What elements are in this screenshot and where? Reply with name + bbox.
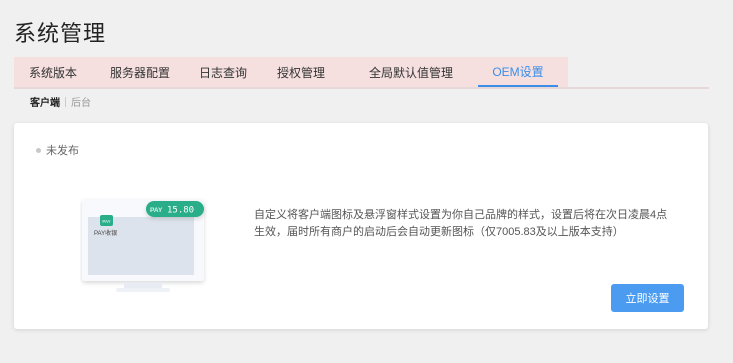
oem-description: 自定义将客户端图标及悬浮窗样式设置为你自己品牌的样式，设置后将在次日凌晨4点生效… xyxy=(254,209,668,238)
publish-status: 未发布 xyxy=(36,142,79,158)
tab-bar-divider xyxy=(14,87,709,89)
pay-amount: 15.80 xyxy=(167,206,194,216)
tab-global-defaults[interactable]: 全局默认值管理 xyxy=(344,57,478,87)
subtab-client[interactable]: 客户端 xyxy=(30,94,60,109)
subtab-divider xyxy=(65,96,66,107)
tab-license-management[interactable]: 授权管理 xyxy=(258,57,344,87)
tab-log-query[interactable]: 日志查询 xyxy=(188,57,258,87)
page-title: 系统管理 xyxy=(14,21,107,46)
status-text: 未发布 xyxy=(46,145,79,157)
monitor-illustration-icon: PAY PAY收银 PAY 15.80 xyxy=(82,199,204,292)
tab-server-config[interactable]: 服务器配置 xyxy=(92,57,188,87)
tab-oem-settings[interactable]: OEM设置 xyxy=(478,57,558,87)
tab-bar: 系统版本 服务器配置 日志查询 授权管理 全局默认值管理 OEM设置 xyxy=(14,57,568,87)
app-label: PAY收银 xyxy=(94,229,117,237)
setup-now-button[interactable]: 立即设置 xyxy=(611,284,684,312)
oem-card: 未发布 PAY PAY收银 PAY 15.80 自定义将客户端图标及悬浮窗样式设… xyxy=(14,123,708,329)
subtab-backend[interactable]: 后台 xyxy=(71,94,91,109)
pay-badge: PAY 15.80 xyxy=(146,201,204,217)
pay-badge-label: PAY xyxy=(150,207,163,214)
status-dot-icon xyxy=(36,147,41,153)
subtab-bar: 客户端 后台 xyxy=(30,94,91,109)
tab-system-version[interactable]: 系统版本 xyxy=(14,57,92,87)
app-icon-text: PAY xyxy=(102,219,110,224)
